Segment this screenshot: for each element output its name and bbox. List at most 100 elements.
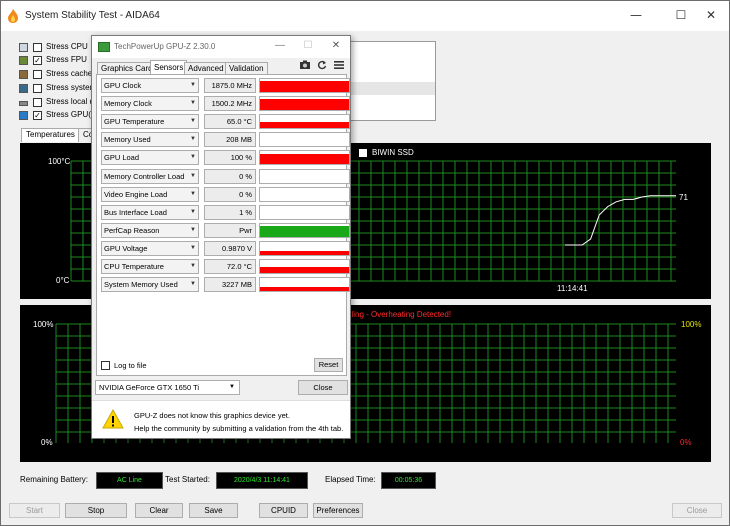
sensor-name: PerfCap Reason [104,225,160,235]
utilization-max-label: 100% [33,320,54,329]
sensor-name: System Memory Used [104,280,178,290]
sensor-row: Bus Interface Load ▼ 1 % [101,204,350,220]
biwin-ssd-legend: BIWIN SSD [372,148,414,157]
stress-system-option[interactable]: Stress system [19,82,97,95]
sensor-name-select[interactable]: Bus Interface Load ▼ [101,204,199,220]
stress-cpu-label: Stress CPU [46,42,88,51]
current-temperature-value: 71 [679,193,688,202]
gpu-z-maximize-button[interactable]: ☐ [298,40,318,51]
chevron-down-icon: ▼ [190,82,196,88]
start-button[interactable]: Start [9,503,60,518]
warning-line-2: Help the community by submitting a valid… [134,424,344,433]
tab-temperatures[interactable]: Temperatures [21,128,80,142]
refresh-icon[interactable] [317,60,327,70]
test-started-label: Test Started: [165,475,210,484]
sensor-name-select[interactable]: GPU Voltage ▼ [101,240,199,256]
close-button[interactable]: Close [672,503,722,518]
camera-icon[interactable] [299,60,311,70]
gpu-z-minimize-button[interactable]: — [270,40,290,51]
sensor-name-select[interactable]: PerfCap Reason ▼ [101,222,199,238]
sensors-panel: GPU Clock ▼ 1875.0 MHz Memory Clock ▼ 1500.2 … [96,74,350,376]
gpu-z-close-dialog-button[interactable]: Close [298,380,348,395]
sensor-row: Memory Controller Load ▼ 0 % [101,168,350,184]
stress-local-disk-label: Stress local di [46,97,96,106]
sensor-name-select[interactable]: Video Engine Load ▼ [101,186,199,202]
sensor-name: Memory Used [104,135,151,145]
sensor-name-select[interactable]: CPU Temperature ▼ [101,259,199,274]
overheating-alert: ttling - Overheating Detected! [347,310,452,319]
stress-cache-option[interactable]: Stress cache [19,68,97,81]
minimize-button[interactable]: — [623,5,649,25]
sensor-name-select[interactable]: GPU Load ▼ [101,150,199,166]
sensor-graph [259,132,350,148]
reset-button[interactable]: Reset [314,358,343,372]
stress-cpu-option[interactable]: Stress CPU [19,41,97,54]
sensor-graph [259,150,350,166]
title-bar[interactable]: System Stability Test - AIDA64 — ☐ ✕ [1,1,729,31]
sensor-graph-fill [260,99,349,111]
stress-fpu-label: Stress FPU [46,55,87,64]
sensor-row: GPU Clock ▼ 1875.0 MHz [101,78,350,93]
sensor-value: 1875.0 MHz [204,78,256,93]
sensor-graph [259,222,350,238]
stress-system-checkbox[interactable] [33,84,42,93]
sensor-graph-fill [260,251,349,255]
sensor-name-select[interactable]: Memory Used ▼ [101,132,199,148]
utilization-max-label-right: 100% [681,320,702,329]
stress-fpu-checkbox[interactable]: ✓ [33,56,42,65]
save-button[interactable]: Save [189,503,238,518]
close-window-button[interactable]: ✕ [698,5,724,25]
utilization-min-label: 0% [41,438,53,447]
battery-value: AC Line [96,472,163,489]
disk-icon [19,101,28,106]
preferences-button[interactable]: Preferences [313,503,363,518]
sensor-value: 72.0 °C [204,259,256,274]
log-to-file-checkbox[interactable] [101,361,110,370]
sensor-name-select[interactable]: GPU Clock ▼ [101,78,199,93]
sensor-value: 0 % [204,168,256,184]
window-title: System Stability Test - AIDA64 [25,10,160,21]
sensor-name-select[interactable]: Memory Controller Load ▼ [101,168,199,184]
warning-line-1: GPU-Z does not know this graphics device… [134,411,290,420]
tab-sensors[interactable]: Sensors [150,60,188,75]
gpu-z-close-button[interactable]: ✕ [326,40,346,51]
stress-cache-checkbox[interactable] [33,70,42,79]
sensor-row: PerfCap Reason ▼ Pwr [101,222,350,238]
sensor-value: 3227 MB [204,277,256,293]
device-select[interactable]: NVIDIA GeForce GTX 1650 Ti ▼ [95,380,240,395]
sensor-graph-fill [260,154,349,165]
stress-cpu-checkbox[interactable] [33,43,42,52]
stress-fpu-option[interactable]: ✓ Stress FPU [19,54,97,67]
cpuid-button[interactable]: CPUID [259,503,308,518]
stress-local-disk-checkbox[interactable] [33,98,42,107]
sensor-value: Pwr [204,222,256,238]
sensor-value: 0 % [204,186,256,202]
sensor-name: Memory Clock [104,99,152,109]
chevron-down-icon: ▼ [229,384,235,390]
menu-icon[interactable] [334,60,344,70]
gpu-z-title-bar[interactable]: TechPowerUp GPU-Z 2.30.0 — ☐ ✕ [92,36,350,58]
stress-gpu-option[interactable]: ✓ Stress GPU(s) [19,109,98,122]
sensor-value: 1 % [204,204,256,220]
sensor-value: 208 MB [204,132,256,148]
stress-local-disk-option[interactable]: Stress local di [19,96,97,109]
stop-button[interactable]: Stop [65,503,127,518]
sensor-row: GPU Temperature ▼ 65.0 °C [101,114,350,130]
sensor-graph [259,204,350,220]
battery-label: Remaining Battery: [20,475,89,484]
sensor-name-select[interactable]: System Memory Used ▼ [101,277,199,293]
sensor-name: GPU Clock [104,81,142,90]
test-started-value: 2020/4/3 11:14:41 [216,472,308,489]
biwin-ssd-checkbox[interactable] [359,149,367,157]
maximize-button[interactable]: ☐ [668,5,694,25]
sensor-graph [259,114,350,130]
sensor-name-select[interactable]: Memory Clock ▼ [101,96,199,112]
sensor-graph-fill [260,225,349,237]
sensor-graph [259,78,350,93]
stress-gpu-checkbox[interactable]: ✓ [33,111,42,120]
sensor-row: Memory Used ▼ 208 MB [101,132,350,148]
sensor-graph-fill [260,122,349,129]
sensor-name-select[interactable]: GPU Temperature ▼ [101,114,199,130]
sensor-name: GPU Load [104,153,140,163]
clear-button[interactable]: Clear [135,503,183,518]
